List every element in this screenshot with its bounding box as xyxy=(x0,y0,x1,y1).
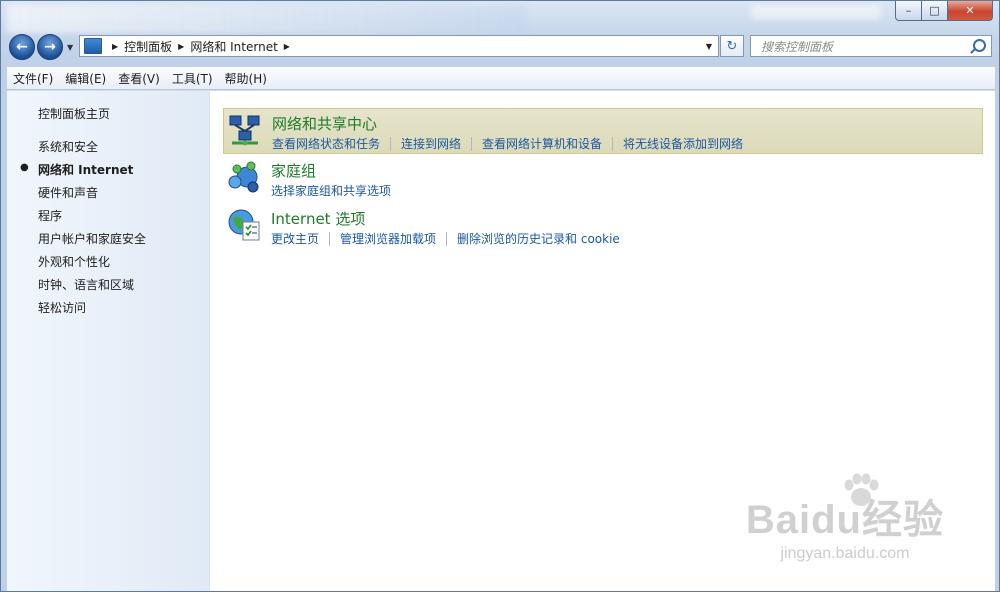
forward-arrow-icon[interactable]: → xyxy=(37,34,63,60)
sidebar-item-system-security[interactable]: 系统和安全 xyxy=(38,138,98,155)
sidebar: 控制面板主页 系统和安全 ● 网络和 Internet 硬件和声音 程序 用户帐… xyxy=(7,91,210,591)
link-divider xyxy=(471,136,473,151)
address-bar[interactable]: ▶ 控制面板 ▶ 网络和 Internet ▶ ▼ xyxy=(79,35,719,57)
title-bar-blur-right xyxy=(751,5,881,19)
sidebar-item-programs[interactable]: 程序 xyxy=(38,207,62,224)
network-sharing-icon[interactable] xyxy=(228,113,262,147)
category-homegroup: 家庭组 选择家庭组和共享选项 xyxy=(223,156,983,202)
category-links: 选择家庭组和共享选项 xyxy=(271,182,391,199)
minimize-button[interactable]: – xyxy=(895,1,922,21)
menu-bar: 文件(F) 编辑(E) 查看(V) 工具(T) 帮助(H) xyxy=(7,67,995,90)
navigation-buttons: ← → ▼ xyxy=(9,34,73,60)
close-button[interactable]: ✕ xyxy=(948,1,993,21)
refresh-button[interactable]: ↻ xyxy=(720,35,744,57)
internet-options-icon[interactable] xyxy=(227,208,261,242)
back-arrow-icon[interactable]: ← xyxy=(9,34,35,60)
link-connect-to-network[interactable]: 连接到网络 xyxy=(401,135,461,152)
caption-buttons: – □ ✕ xyxy=(895,1,993,21)
link-divider xyxy=(329,231,331,246)
control-panel-window: – □ ✕ ← → ▼ ▶ 控制面板 ▶ 网络和 Internet ▶ ▼ ↻ … xyxy=(0,0,1000,592)
category-internet-options: Internet 选项 更改主页 管理浏览器加载项 删除浏览的历史记录和 coo… xyxy=(223,204,983,250)
menu-tools[interactable]: 工具(T) xyxy=(166,70,219,87)
watermark-url: jingyan.baidu.com xyxy=(780,545,910,562)
breadcrumb-chevron-icon[interactable]: ▶ xyxy=(112,42,118,51)
menu-edit[interactable]: 编辑(E) xyxy=(59,70,112,87)
link-divider xyxy=(390,136,392,151)
refresh-icon: ↻ xyxy=(726,38,738,54)
menu-view[interactable]: 查看(V) xyxy=(112,70,166,87)
link-view-network-status[interactable]: 查看网络状态和任务 xyxy=(272,135,380,152)
breadcrumb-chevron-icon[interactable]: ▶ xyxy=(284,42,290,51)
homegroup-icon[interactable] xyxy=(227,160,261,194)
link-change-home-page[interactable]: 更改主页 xyxy=(271,230,319,247)
menu-file[interactable]: 文件(F) xyxy=(7,70,59,87)
sidebar-item-hardware-sound[interactable]: 硬件和声音 xyxy=(38,184,98,201)
sidebar-item-appearance[interactable]: 外观和个性化 xyxy=(38,253,110,270)
recent-pages-dropdown-icon[interactable]: ▼ xyxy=(67,43,73,52)
menu-help[interactable]: 帮助(H) xyxy=(219,70,273,87)
sidebar-item-user-accounts[interactable]: 用户帐户和家庭安全 xyxy=(38,230,146,247)
breadcrumb-control-panel[interactable]: 控制面板 xyxy=(124,38,172,55)
sidebar-item-ease-of-access[interactable]: 轻松访问 xyxy=(38,299,86,316)
category-network-sharing: 网络和共享中心 查看网络状态和任务 连接到网络 查看网络计算机和设备 将无线设备… xyxy=(223,108,983,154)
category-links: 查看网络状态和任务 连接到网络 查看网络计算机和设备 将无线设备添加到网络 xyxy=(272,135,743,152)
search-icon[interactable] xyxy=(973,39,986,52)
category-title[interactable]: 网络和共享中心 xyxy=(272,113,377,134)
sidebar-item-clock-language[interactable]: 时钟、语言和区域 xyxy=(38,276,134,293)
link-view-network-computers[interactable]: 查看网络计算机和设备 xyxy=(482,135,602,152)
address-dropdown-icon[interactable]: ▼ xyxy=(706,42,712,51)
current-category-bullet: ● xyxy=(20,162,29,173)
search-placeholder: 搜索控制面板 xyxy=(761,39,834,54)
watermark: Baidu经验 jingyan.baidu.com xyxy=(746,487,944,563)
category-title[interactable]: 家庭组 xyxy=(271,160,316,181)
search-input[interactable]: 搜索控制面板 xyxy=(750,35,992,57)
control-panel-icon xyxy=(84,38,102,54)
category-links: 更改主页 管理浏览器加载项 删除浏览的历史记录和 cookie xyxy=(271,230,620,247)
link-add-wireless-device[interactable]: 将无线设备添加到网络 xyxy=(623,135,743,152)
link-manage-addons[interactable]: 管理浏览器加载项 xyxy=(340,230,436,247)
sidebar-item-network-internet[interactable]: 网络和 Internet xyxy=(38,161,133,178)
link-divider xyxy=(612,136,614,151)
breadcrumb-chevron-icon[interactable]: ▶ xyxy=(178,42,184,51)
link-homegroup-options[interactable]: 选择家庭组和共享选项 xyxy=(271,182,391,199)
link-delete-history[interactable]: 删除浏览的历史记录和 cookie xyxy=(457,230,620,247)
category-title[interactable]: Internet 选项 xyxy=(271,208,365,229)
watermark-logo: Baidu经验 xyxy=(745,498,944,542)
breadcrumb-network-internet[interactable]: 网络和 Internet xyxy=(190,38,277,55)
maximize-button[interactable]: □ xyxy=(922,1,948,21)
title-bar-blur xyxy=(7,5,527,33)
link-divider xyxy=(446,231,448,246)
sidebar-item-control-panel-home[interactable]: 控制面板主页 xyxy=(38,105,110,122)
